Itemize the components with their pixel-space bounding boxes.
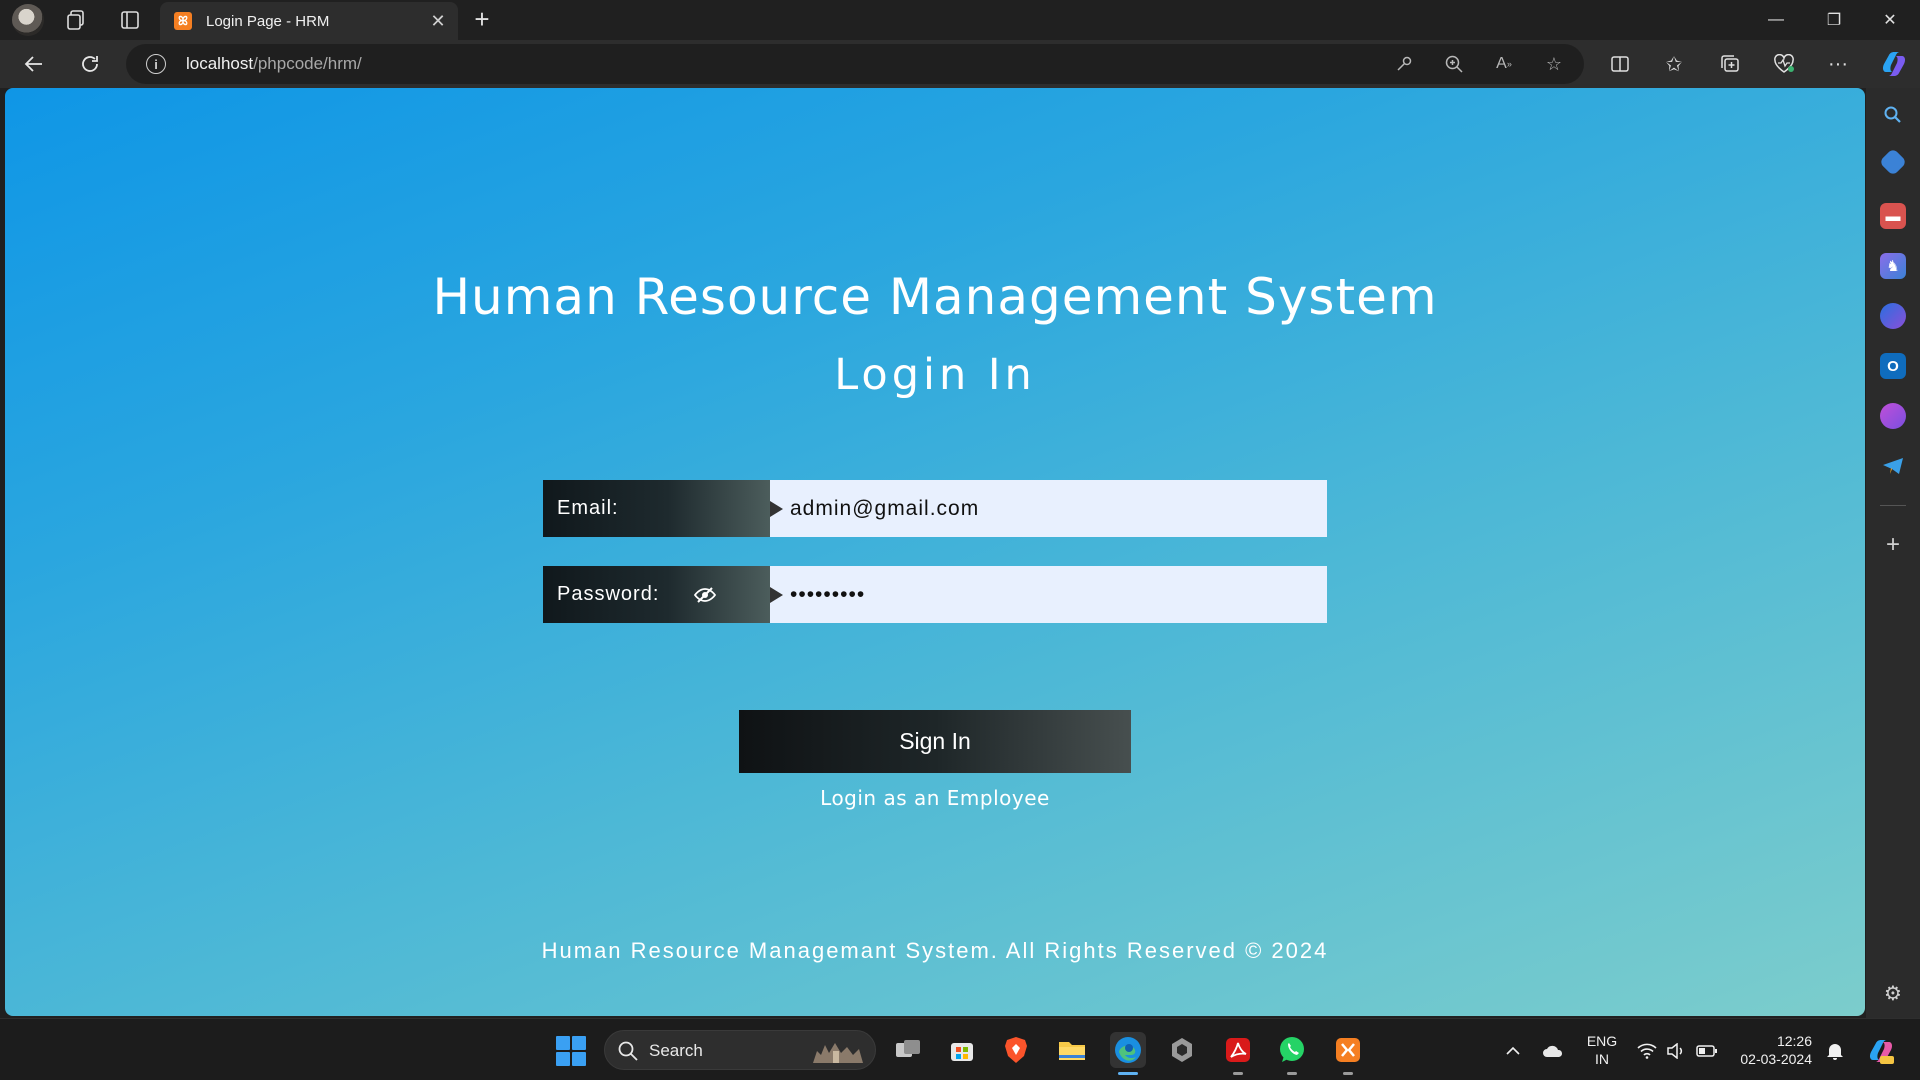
- search-highlight-icon: [813, 1043, 863, 1063]
- vertical-tabs-icon[interactable]: [116, 6, 144, 34]
- copilot-taskbar-icon[interactable]: [1866, 1036, 1896, 1066]
- whatsapp-icon[interactable]: [1274, 1032, 1310, 1075]
- browser-essentials-icon[interactable]: [1768, 48, 1800, 80]
- address-bar[interactable]: i localhost/phpcode/hrm/ A» ☆: [126, 44, 1584, 84]
- xampp-icon[interactable]: [1330, 1032, 1366, 1075]
- brave-browser-icon[interactable]: [998, 1032, 1034, 1068]
- site-info-icon[interactable]: i: [146, 54, 166, 74]
- tab-close-icon[interactable]: ✕: [426, 9, 450, 33]
- password-label-text: Password:: [557, 583, 660, 605]
- workspaces-icon[interactable]: [62, 6, 90, 34]
- toggle-password-eye-icon[interactable]: [693, 583, 717, 607]
- settings-gear-icon[interactable]: ⚙: [1880, 980, 1906, 1006]
- url-path: /phpcode/hrm/: [253, 54, 362, 73]
- tab-title: Login Page - HRM: [206, 12, 330, 30]
- page-title: Human Resource Management System: [432, 268, 1438, 326]
- acrobat-reader-icon[interactable]: [1220, 1032, 1256, 1075]
- refresh-icon[interactable]: [74, 48, 106, 80]
- clock-time: 12:26: [1776, 1033, 1812, 1049]
- running-indicator: [1118, 1072, 1138, 1075]
- collections-icon[interactable]: [1714, 48, 1746, 80]
- sidebar-divider: [1880, 505, 1906, 506]
- copilot-icon[interactable]: [1878, 48, 1910, 80]
- edge-sidebar: ▬ ♞ O + ⚙: [1866, 88, 1920, 1018]
- zoom-icon[interactable]: [1442, 52, 1466, 76]
- running-indicator: [1287, 1072, 1297, 1075]
- windows-taskbar: Search ENG IN 12:26 02-03-2024: [0, 1018, 1920, 1080]
- favorites-icon[interactable]: ✩: [1658, 48, 1690, 80]
- page-viewport: Human Resource Management System Login I…: [5, 88, 1865, 1016]
- split-screen-icon[interactable]: [1604, 48, 1636, 80]
- browser-toolbar: i localhost/phpcode/hrm/ A» ☆ ✩ ···: [0, 40, 1920, 88]
- clock-date: 02-03-2024: [1740, 1051, 1812, 1067]
- onedrive-cloud-icon[interactable]: [1542, 1040, 1564, 1062]
- profile-avatar[interactable]: [12, 4, 44, 36]
- back-arrow-icon[interactable]: [18, 48, 50, 80]
- games-icon[interactable]: ♞: [1880, 253, 1906, 279]
- task-view-icon[interactable]: [890, 1032, 926, 1068]
- unity-hub-icon[interactable]: [1164, 1032, 1200, 1068]
- wifi-icon[interactable]: [1636, 1040, 1658, 1062]
- email-label: Email:: [543, 480, 770, 537]
- browser-titlebar: ꕤ Login Page - HRM ✕ + — ❐ ✕: [0, 0, 1920, 40]
- clock[interactable]: 12:26 02-03-2024: [1732, 1032, 1812, 1068]
- close-window-button[interactable]: ✕: [1862, 0, 1918, 40]
- notification-bell-icon[interactable]: [1824, 1040, 1846, 1062]
- email-field-row: Email:: [543, 480, 1327, 537]
- outlook-icon[interactable]: O: [1880, 353, 1906, 379]
- arrow-marker-icon: [770, 501, 783, 517]
- sidebar-search-icon[interactable]: [1880, 102, 1906, 128]
- favorite-star-icon[interactable]: ☆: [1542, 52, 1566, 76]
- email-label-text: Email:: [557, 497, 619, 519]
- edge-browser-icon[interactable]: [1110, 1032, 1146, 1075]
- url-host: localhost: [186, 54, 254, 73]
- new-tab-button[interactable]: +: [468, 6, 496, 34]
- telegram-icon[interactable]: [1880, 453, 1906, 479]
- copilot-sidebar-icon[interactable]: [1880, 303, 1906, 329]
- designer-icon[interactable]: [1880, 403, 1906, 429]
- search-icon: [618, 1041, 638, 1061]
- page-footer: Human Resource Managemant System. All Ri…: [541, 938, 1329, 963]
- password-field-row: Password:: [543, 566, 1327, 623]
- email-input-wrapper: [770, 480, 1327, 537]
- read-aloud-icon[interactable]: A»: [1492, 52, 1516, 76]
- minimize-button[interactable]: —: [1748, 0, 1804, 40]
- battery-icon[interactable]: [1696, 1040, 1718, 1062]
- restore-button[interactable]: ❐: [1806, 0, 1862, 40]
- taskbar-search[interactable]: Search: [604, 1030, 876, 1070]
- file-explorer-icon[interactable]: [1054, 1032, 1090, 1068]
- email-input[interactable]: [770, 480, 1327, 537]
- add-sidebar-app-icon[interactable]: +: [1880, 531, 1906, 558]
- running-indicator: [1343, 1072, 1353, 1075]
- microsoft-store-icon[interactable]: [944, 1032, 980, 1068]
- show-hidden-icons-chevron-icon[interactable]: [1502, 1040, 1524, 1062]
- language-indicator[interactable]: ENG IN: [1580, 1032, 1624, 1068]
- xampp-favicon-icon: ꕤ: [174, 12, 192, 30]
- arrow-marker-icon: [770, 587, 783, 603]
- tools-icon[interactable]: ▬: [1880, 203, 1906, 229]
- volume-icon[interactable]: [1664, 1040, 1686, 1062]
- language-code: ENG: [1586, 1033, 1618, 1049]
- sign-in-button[interactable]: Sign In: [739, 710, 1131, 773]
- login-heading: Login In: [834, 350, 1036, 400]
- login-as-employee-link[interactable]: Login as an Employee: [5, 786, 1865, 810]
- password-key-icon[interactable]: [1392, 52, 1416, 76]
- shopping-tag-icon[interactable]: [1878, 147, 1908, 177]
- active-tab[interactable]: ꕤ Login Page - HRM ✕: [160, 2, 458, 40]
- search-label: Search: [649, 1041, 703, 1060]
- running-indicator: [1233, 1072, 1243, 1075]
- password-input-wrapper: [770, 566, 1327, 623]
- region-code: IN: [1595, 1051, 1609, 1067]
- address-url[interactable]: localhost/phpcode/hrm/: [186, 54, 362, 74]
- windows-start-icon[interactable]: [556, 1036, 586, 1066]
- more-options-icon[interactable]: ···: [1822, 48, 1854, 80]
- password-label: Password:: [543, 566, 770, 623]
- password-input[interactable]: [770, 566, 1327, 623]
